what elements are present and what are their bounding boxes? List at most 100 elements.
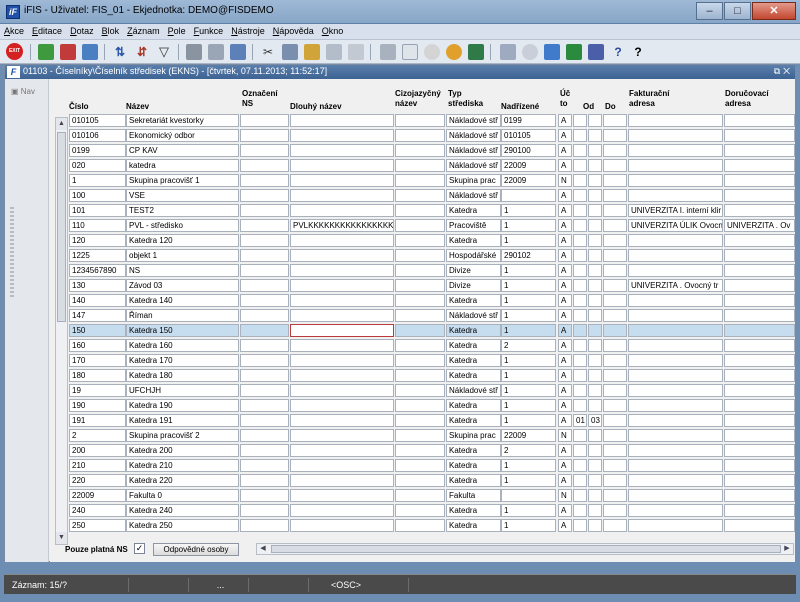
table-row[interactable]: 191 Katedra 191 Katedra 1 A 01 03 (50, 413, 795, 428)
cell-fakturacni-adresa[interactable] (628, 459, 723, 472)
cell-oznaceni[interactable] (240, 174, 289, 187)
horizontal-scrollbar[interactable]: ◀ ▶ (256, 543, 794, 555)
cell-cislo[interactable]: 150 (69, 324, 126, 337)
cell-typ[interactable]: Katedra (446, 444, 501, 457)
cell-dlouhy-nazev[interactable] (290, 504, 394, 517)
cell-nazev[interactable]: CP KAV (126, 144, 239, 157)
cell-nazev[interactable]: Sekretariát kvestorky (126, 114, 239, 127)
cell-od[interactable] (573, 429, 587, 442)
cell-fakturacni-adresa[interactable] (628, 474, 723, 487)
cell-cislo[interactable]: 250 (69, 519, 126, 532)
cell-cislo[interactable]: 140 (69, 294, 126, 307)
cell-nazev[interactable]: PVL - středisko (126, 219, 239, 232)
cell-dlouhy-nazev[interactable]: PVLKKKKKKKKKKKKKKKK (290, 219, 394, 232)
cell-do[interactable] (588, 354, 602, 367)
cell-nadrizene[interactable]: 1 (501, 474, 556, 487)
cell-cizojazycny[interactable] (395, 264, 445, 277)
cell-cislo[interactable]: 170 (69, 354, 126, 367)
cell-cizojazycny[interactable] (395, 369, 445, 382)
cell-cislo[interactable]: 010105 (69, 114, 126, 127)
context-help-icon[interactable]: ? (630, 44, 646, 60)
cell-nadrizene[interactable]: 1 (501, 504, 556, 517)
menu-zaznam[interactable]: Záznam (123, 24, 164, 36)
print-icon[interactable] (186, 44, 202, 60)
cell-cislo[interactable]: 191 (69, 414, 126, 427)
cell-fakturacni-adresa[interactable] (628, 339, 723, 352)
cell-dlouhy-nazev[interactable] (290, 384, 394, 397)
cell-nadrizene[interactable]: 1 (501, 519, 556, 532)
cell-oznaceni[interactable] (240, 234, 289, 247)
columns-icon[interactable] (348, 44, 364, 60)
cell-oznaceni[interactable] (240, 294, 289, 307)
cell-typ[interactable]: Katedra (446, 474, 501, 487)
cell-do[interactable] (588, 384, 602, 397)
cell-extra[interactable] (603, 414, 627, 427)
menu-nastroje[interactable]: Nástroje (227, 24, 269, 36)
cell-dlouhy-nazev[interactable] (290, 279, 394, 292)
cell-cizojazycny[interactable] (395, 234, 445, 247)
cell-dorucovaci-adresa[interactable] (724, 444, 795, 457)
cell-dlouhy-nazev[interactable] (290, 309, 394, 322)
cell-oznaceni[interactable] (240, 249, 289, 262)
cell-extra[interactable] (603, 204, 627, 217)
cell-nazev[interactable]: Katedra 240 (126, 504, 239, 517)
cell-extra[interactable] (603, 324, 627, 337)
cell-do[interactable] (588, 234, 602, 247)
cell-do[interactable] (588, 504, 602, 517)
cell-od[interactable] (573, 174, 587, 187)
cell-dorucovaci-adresa[interactable] (724, 189, 795, 202)
cell-nazev[interactable]: UFCHJH (126, 384, 239, 397)
cell-oznaceni[interactable] (240, 204, 289, 217)
cell-extra[interactable] (603, 474, 627, 487)
menu-okno[interactable]: Okno (318, 24, 348, 36)
cell-od[interactable] (573, 279, 587, 292)
cell-extra[interactable] (603, 354, 627, 367)
cell-fakturacni-adresa[interactable] (628, 354, 723, 367)
cell-cislo[interactable]: 147 (69, 309, 126, 322)
cell-dorucovaci-adresa[interactable] (724, 234, 795, 247)
cell-od[interactable] (573, 474, 587, 487)
cell-do[interactable] (588, 489, 602, 502)
filter-icon[interactable]: ▽ (156, 44, 172, 60)
cell-dlouhy-nazev[interactable] (290, 399, 394, 412)
cell-nazev[interactable]: Ekonomický odbor (126, 129, 239, 142)
cell-cizojazycny[interactable] (395, 309, 445, 322)
cell-ucto[interactable]: A (558, 369, 572, 382)
cell-oznaceni[interactable] (240, 414, 289, 427)
cell-fakturacni-adresa[interactable] (628, 309, 723, 322)
scroll-left-icon[interactable]: ◀ (257, 544, 269, 554)
cell-extra[interactable] (603, 189, 627, 202)
cell-ucto[interactable]: A (558, 414, 572, 427)
cell-dorucovaci-adresa[interactable] (724, 309, 795, 322)
cell-dlouhy-nazev[interactable] (290, 459, 394, 472)
cell-do[interactable] (588, 219, 602, 232)
menu-funkce[interactable]: Funkce (190, 24, 228, 36)
cell-oznaceni[interactable] (240, 339, 289, 352)
report-icon[interactable] (500, 44, 516, 60)
table-row[interactable]: 0199 CP KAV Nákladové stř 290100 A (50, 143, 795, 158)
cell-oznaceni[interactable] (240, 489, 289, 502)
cell-cizojazycny[interactable] (395, 429, 445, 442)
table-row[interactable]: 140 Katedra 140 Katedra 1 A (50, 293, 795, 308)
cell-do[interactable] (588, 114, 602, 127)
cell-nazev[interactable]: Skupina pracovišť 2 (126, 429, 239, 442)
cell-do[interactable] (588, 249, 602, 262)
cell-od[interactable]: 01 (573, 414, 587, 427)
cell-do[interactable] (588, 144, 602, 157)
word-export-icon[interactable] (544, 44, 560, 60)
cell-oznaceni[interactable] (240, 144, 289, 157)
form-window-buttons[interactable]: ⧉✕ (774, 66, 793, 77)
cell-fakturacni-adresa[interactable] (628, 444, 723, 457)
cell-ucto[interactable]: A (558, 264, 572, 277)
cell-nadrizene[interactable]: 1 (501, 264, 556, 277)
cell-ucto[interactable]: A (558, 159, 572, 172)
cell-nazev[interactable]: Závod 03 (126, 279, 239, 292)
cell-oznaceni[interactable] (240, 324, 289, 337)
cell-extra[interactable] (603, 369, 627, 382)
cell-typ[interactable]: Katedra (446, 399, 501, 412)
cell-do[interactable] (588, 474, 602, 487)
cell-do[interactable] (588, 159, 602, 172)
cell-ucto[interactable]: A (558, 324, 572, 337)
cell-cizojazycny[interactable] (395, 444, 445, 457)
cell-fakturacni-adresa[interactable] (628, 429, 723, 442)
